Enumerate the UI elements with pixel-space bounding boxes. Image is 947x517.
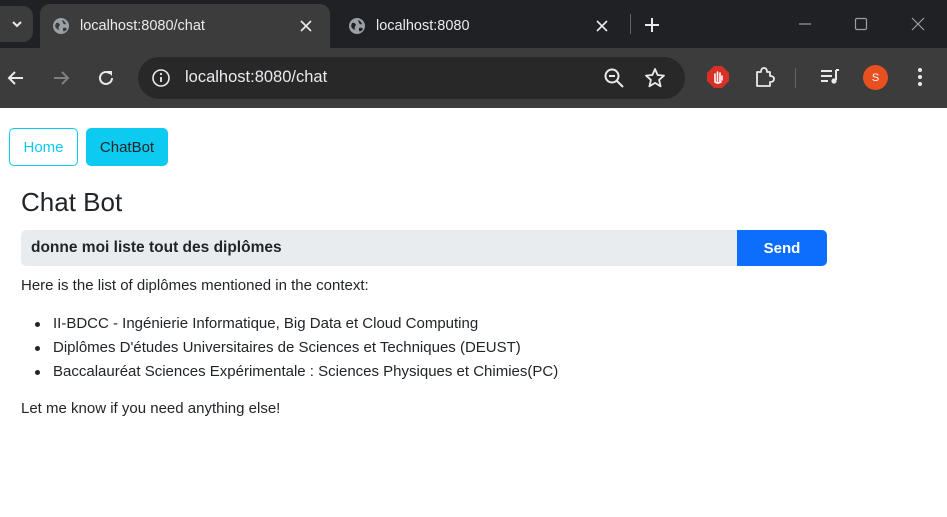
minimize-button[interactable]	[790, 10, 820, 38]
close-icon	[300, 20, 312, 32]
tab-search-button[interactable]	[0, 6, 33, 42]
window-close-button[interactable]	[903, 10, 933, 38]
globe-icon	[53, 18, 69, 34]
chat-message-input[interactable]	[21, 230, 737, 266]
reload-icon	[99, 70, 113, 85]
toolbar-divider	[795, 68, 796, 88]
tab-title: localhost:8080	[376, 18, 470, 34]
send-button[interactable]: Send	[737, 230, 827, 266]
close-icon	[596, 20, 608, 32]
page-title: Chat Bot	[21, 187, 123, 217]
arrow-left-icon	[7, 71, 23, 85]
chatbot-nav-button[interactable]: ChatBot	[86, 128, 168, 166]
minimize-icon	[799, 23, 811, 25]
profile-avatar[interactable]: S	[863, 65, 888, 90]
home-nav-button[interactable]: Home	[9, 128, 78, 166]
address-url[interactable]: localhost:8080/chat	[185, 68, 327, 87]
close-tab-button[interactable]	[592, 16, 612, 36]
maximize-icon	[854, 17, 868, 31]
stop-hand-icon	[707, 66, 729, 88]
more-vert-icon	[918, 68, 922, 86]
zoom-out-icon[interactable]	[602, 66, 626, 90]
list-item: Baccalauréat Sciences Expérimentale : Sc…	[21, 360, 901, 384]
tab-chat[interactable]: localhost:8080/chat	[40, 4, 330, 48]
browser-toolbar: localhost:8080/chat S	[0, 48, 947, 108]
page-content: Home ChatBot Chat Bot Send Here is the l…	[0, 108, 947, 517]
tab-home[interactable]: localhost:8080	[336, 4, 626, 48]
response-intro: Here is the list of diplômes mentioned i…	[21, 277, 369, 294]
tab-title: localhost:8080/chat	[80, 18, 205, 34]
bookmark-star-icon[interactable]	[643, 66, 667, 90]
close-icon	[911, 17, 925, 31]
list-item: Diplômes D'études Universitaires de Scie…	[21, 336, 901, 360]
close-tab-button[interactable]	[296, 16, 316, 36]
site-info-icon[interactable]	[150, 67, 172, 89]
address-bar[interactable]: localhost:8080/chat	[138, 57, 685, 99]
diploma-list: II-BDCC - Ingénierie Informatique, Big D…	[21, 312, 901, 384]
response-outro: Let me know if you need anything else!	[21, 400, 281, 417]
chat-response: Here is the list of diplômes mentioned i…	[21, 274, 901, 421]
forward-button[interactable]	[45, 62, 77, 94]
browser-tab-strip: localhost:8080/chat localhost:8080	[0, 0, 947, 48]
list-item: II-BDCC - Ingénierie Informatique, Big D…	[21, 312, 901, 336]
chevron-down-icon	[11, 21, 22, 28]
arrow-right-icon	[54, 71, 70, 85]
plus-icon	[645, 18, 659, 32]
extensions-button[interactable]	[751, 64, 777, 90]
globe-icon	[349, 18, 365, 34]
media-controls-button[interactable]	[817, 64, 843, 90]
browser-menu-button[interactable]	[907, 64, 933, 90]
new-tab-button[interactable]	[639, 12, 665, 38]
tab-separator	[630, 14, 631, 34]
puzzle-icon	[756, 67, 775, 87]
adblock-extension-button[interactable]	[705, 64, 731, 90]
queue-music-icon	[821, 69, 839, 84]
maximize-button[interactable]	[846, 10, 876, 38]
reload-button[interactable]	[90, 62, 122, 94]
back-button[interactable]	[0, 62, 32, 94]
